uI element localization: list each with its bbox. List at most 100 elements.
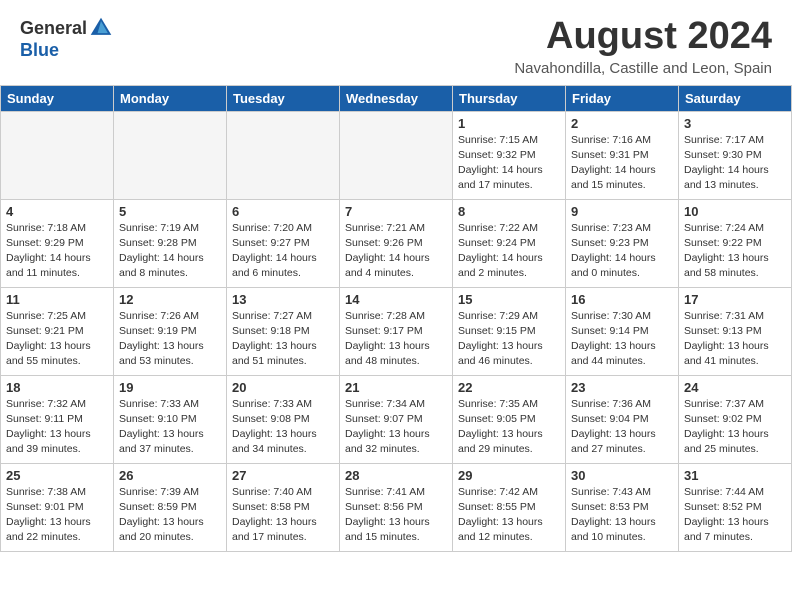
calendar-cell: 31 Sunrise: 7:44 AM Sunset: 8:52 PM Dayli…	[679, 463, 792, 551]
calendar-cell: 27 Sunrise: 7:40 AM Sunset: 8:58 PM Dayli…	[227, 463, 340, 551]
day-info: Sunrise: 7:24 AM Sunset: 9:22 PM Dayligh…	[684, 221, 786, 282]
day-number: 17	[684, 292, 786, 307]
day-info: Sunrise: 7:44 AM Sunset: 8:52 PM Dayligh…	[684, 485, 786, 546]
calendar-cell: 30 Sunrise: 7:43 AM Sunset: 8:53 PM Dayli…	[566, 463, 679, 551]
calendar-cell: 24 Sunrise: 7:37 AM Sunset: 9:02 PM Dayli…	[679, 375, 792, 463]
calendar-cell: 8 Sunrise: 7:22 AM Sunset: 9:24 PM Daylig…	[453, 199, 566, 287]
day-number: 8	[458, 204, 560, 219]
day-number: 13	[232, 292, 334, 307]
day-info: Sunrise: 7:23 AM Sunset: 9:23 PM Dayligh…	[571, 221, 673, 282]
calendar-cell: 1 Sunrise: 7:15 AM Sunset: 9:32 PM Daylig…	[453, 111, 566, 199]
day-info: Sunrise: 7:37 AM Sunset: 9:02 PM Dayligh…	[684, 397, 786, 458]
day-number: 2	[571, 116, 673, 131]
day-info: Sunrise: 7:26 AM Sunset: 9:19 PM Dayligh…	[119, 309, 221, 370]
calendar-cell: 19 Sunrise: 7:33 AM Sunset: 9:10 PM Dayli…	[114, 375, 227, 463]
calendar-cell: 22 Sunrise: 7:35 AM Sunset: 9:05 PM Dayli…	[453, 375, 566, 463]
calendar-cell: 16Sunrise: 7:30 AM Sunset: 9:14 PM Dayli…	[566, 287, 679, 375]
day-info: Sunrise: 7:40 AM Sunset: 8:58 PM Dayligh…	[232, 485, 334, 546]
calendar-cell: 12 Sunrise: 7:26 AM Sunset: 9:19 PM Dayli…	[114, 287, 227, 375]
header: General Blue August 2024 Navahondilla, C…	[0, 0, 792, 85]
day-number: 29	[458, 468, 560, 483]
calendar-cell: 18 Sunrise: 7:32 AM Sunset: 9:11 PM Dayli…	[1, 375, 114, 463]
day-info: Sunrise: 7:34 AM Sunset: 9:07 PM Dayligh…	[345, 397, 447, 458]
day-number: 12	[119, 292, 221, 307]
day-number: 4	[6, 204, 108, 219]
calendar-cell: 20 Sunrise: 7:33 AM Sunset: 9:08 PM Dayli…	[227, 375, 340, 463]
day-info: Sunrise: 7:15 AM Sunset: 9:32 PM Dayligh…	[458, 133, 560, 194]
month-year: August 2024	[514, 16, 772, 58]
calendar-cell: 14Sunrise: 7:28 AM Sunset: 9:17 PM Dayli…	[340, 287, 453, 375]
day-info: Sunrise: 7:22 AM Sunset: 9:24 PM Dayligh…	[458, 221, 560, 282]
calendar-cell	[114, 111, 227, 199]
calendar-cell: 5Sunrise: 7:19 AM Sunset: 9:28 PM Daylig…	[114, 199, 227, 287]
calendar-cell: 25 Sunrise: 7:38 AM Sunset: 9:01 PM Dayli…	[1, 463, 114, 551]
day-number: 15	[458, 292, 560, 307]
day-info: Sunrise: 7:29 AM Sunset: 9:15 PM Dayligh…	[458, 309, 560, 370]
day-number: 16	[571, 292, 673, 307]
day-number: 23	[571, 380, 673, 395]
day-number: 26	[119, 468, 221, 483]
calendar-cell: 29 Sunrise: 7:42 AM Sunset: 8:55 PM Dayli…	[453, 463, 566, 551]
day-info: Sunrise: 7:36 AM Sunset: 9:04 PM Dayligh…	[571, 397, 673, 458]
day-info: Sunrise: 7:39 AM Sunset: 8:59 PM Dayligh…	[119, 485, 221, 546]
week-row-1: 1 Sunrise: 7:15 AM Sunset: 9:32 PM Daylig…	[1, 111, 792, 199]
day-number: 31	[684, 468, 786, 483]
day-number: 21	[345, 380, 447, 395]
calendar-cell: 6Sunrise: 7:20 AM Sunset: 9:27 PM Daylig…	[227, 199, 340, 287]
day-number: 1	[458, 116, 560, 131]
day-number: 7	[345, 204, 447, 219]
day-info: Sunrise: 7:27 AM Sunset: 9:18 PM Dayligh…	[232, 309, 334, 370]
calendar-cell: 28 Sunrise: 7:41 AM Sunset: 8:56 PM Dayli…	[340, 463, 453, 551]
day-info: Sunrise: 7:38 AM Sunset: 9:01 PM Dayligh…	[6, 485, 108, 546]
day-number: 5	[119, 204, 221, 219]
day-info: Sunrise: 7:33 AM Sunset: 9:10 PM Dayligh…	[119, 397, 221, 458]
header-wednesday: Wednesday	[340, 85, 453, 111]
day-number: 27	[232, 468, 334, 483]
day-number: 30	[571, 468, 673, 483]
day-number: 10	[684, 204, 786, 219]
calendar-cell: 7 Sunrise: 7:21 AM Sunset: 9:26 PM Daylig…	[340, 199, 453, 287]
calendar-cell: 15 Sunrise: 7:29 AM Sunset: 9:15 PM Dayli…	[453, 287, 566, 375]
day-info: Sunrise: 7:25 AM Sunset: 9:21 PM Dayligh…	[6, 309, 108, 370]
day-number: 19	[119, 380, 221, 395]
week-row-2: 4Sunrise: 7:18 AM Sunset: 9:29 PM Daylig…	[1, 199, 792, 287]
calendar-cell: 10 Sunrise: 7:24 AM Sunset: 9:22 PM Dayli…	[679, 199, 792, 287]
calendar-cell: 13 Sunrise: 7:27 AM Sunset: 9:18 PM Dayli…	[227, 287, 340, 375]
week-row-3: 11Sunrise: 7:25 AM Sunset: 9:21 PM Dayli…	[1, 287, 792, 375]
day-number: 14	[345, 292, 447, 307]
day-info: Sunrise: 7:41 AM Sunset: 8:56 PM Dayligh…	[345, 485, 447, 546]
calendar-cell: 21 Sunrise: 7:34 AM Sunset: 9:07 PM Dayli…	[340, 375, 453, 463]
day-number: 24	[684, 380, 786, 395]
day-number: 28	[345, 468, 447, 483]
calendar-cell: 11Sunrise: 7:25 AM Sunset: 9:21 PM Dayli…	[1, 287, 114, 375]
day-info: Sunrise: 7:43 AM Sunset: 8:53 PM Dayligh…	[571, 485, 673, 546]
header-thursday: Thursday	[453, 85, 566, 111]
day-number: 22	[458, 380, 560, 395]
logo-general-text: General	[20, 18, 87, 39]
header-monday: Monday	[114, 85, 227, 111]
logo: General Blue	[20, 16, 113, 61]
day-number: 18	[6, 380, 108, 395]
calendar-cell: 9 Sunrise: 7:23 AM Sunset: 9:23 PM Daylig…	[566, 199, 679, 287]
day-info: Sunrise: 7:42 AM Sunset: 8:55 PM Dayligh…	[458, 485, 560, 546]
day-info: Sunrise: 7:21 AM Sunset: 9:26 PM Dayligh…	[345, 221, 447, 282]
day-info: Sunrise: 7:17 AM Sunset: 9:30 PM Dayligh…	[684, 133, 786, 194]
calendar-cell: 3Sunrise: 7:17 AM Sunset: 9:30 PM Daylig…	[679, 111, 792, 199]
day-number: 25	[6, 468, 108, 483]
day-info: Sunrise: 7:33 AM Sunset: 9:08 PM Dayligh…	[232, 397, 334, 458]
day-info: Sunrise: 7:35 AM Sunset: 9:05 PM Dayligh…	[458, 397, 560, 458]
logo-blue-text: Blue	[20, 40, 113, 61]
day-number: 9	[571, 204, 673, 219]
calendar-cell	[1, 111, 114, 199]
day-number: 20	[232, 380, 334, 395]
day-info: Sunrise: 7:16 AM Sunset: 9:31 PM Dayligh…	[571, 133, 673, 194]
calendar-cell: 17Sunrise: 7:31 AM Sunset: 9:13 PM Dayli…	[679, 287, 792, 375]
week-row-5: 25 Sunrise: 7:38 AM Sunset: 9:01 PM Dayli…	[1, 463, 792, 551]
week-row-4: 18 Sunrise: 7:32 AM Sunset: 9:11 PM Dayli…	[1, 375, 792, 463]
calendar-cell: 4Sunrise: 7:18 AM Sunset: 9:29 PM Daylig…	[1, 199, 114, 287]
day-info: Sunrise: 7:32 AM Sunset: 9:11 PM Dayligh…	[6, 397, 108, 458]
header-tuesday: Tuesday	[227, 85, 340, 111]
location: Navahondilla, Castille and Leon, Spain	[514, 60, 772, 77]
header-saturday: Saturday	[679, 85, 792, 111]
title-section: August 2024 Navahondilla, Castille and L…	[514, 16, 772, 77]
